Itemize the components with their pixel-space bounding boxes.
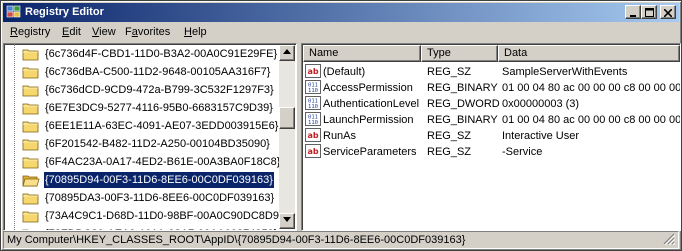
svg-text:110: 110 [308, 120, 318, 126]
value-name: AccessPermission [323, 82, 413, 94]
menu-favorites[interactable]: Favorites [125, 26, 170, 38]
value-row[interactable]: 011 110 LaunchPermission REG_BINARY 01 00 04… [302, 112, 680, 128]
menu-help[interactable]: Help [184, 26, 207, 38]
folder-icon [22, 193, 39, 205]
tree-item-label: {73A4C9C1-D68D-11D0-98BF-00A0C90DC8D9} [45, 210, 283, 222]
arrow-down-icon [283, 217, 291, 222]
folder-icon [22, 157, 39, 169]
tree-item-label: {6EE1E11A-63EC-4091-AE07-3EDD003915E6} [45, 120, 279, 132]
value-data: 01 00 04 80 ac 00 00 00 c8 00 00 00 [502, 82, 681, 94]
value-name: RunAs [323, 130, 357, 142]
tree-connector-line [14, 44, 15, 230]
column-header-name[interactable]: Name [303, 45, 421, 62]
tree-item-label: {6c736d4F-CBD1-11D0-B3A2-00A0C91E29FE} [45, 48, 278, 60]
minimize-button[interactable] [625, 5, 641, 19]
svg-text:ab: ab [307, 67, 318, 76]
folder-icon [22, 121, 39, 133]
menu-registry[interactable]: Registry [10, 26, 50, 38]
menu-view[interactable]: View [92, 26, 116, 38]
svg-text:ab: ab [307, 131, 318, 140]
value-type: REG_BINARY [427, 82, 498, 94]
value-data: 01 00 04 80 ac 00 00 00 c8 00 00 00 [502, 114, 681, 126]
menu-edit[interactable]: Edit [62, 26, 81, 38]
column-header-type[interactable]: Type [421, 45, 498, 62]
binary-value-icon: 011110 [305, 96, 321, 110]
scroll-down-button[interactable] [279, 213, 295, 229]
title-bar[interactable]: Registry Editor [3, 3, 679, 22]
folder-icon [22, 103, 39, 115]
scroll-up-button[interactable] [279, 45, 295, 61]
value-name: LaunchPermission [323, 114, 414, 126]
value-row[interactable]: ab RunAs REG_SZ Interactive User [302, 128, 680, 144]
column-header-data[interactable]: Data [498, 45, 680, 62]
value-data: -Service [502, 146, 543, 158]
menu-bar: Registry Edit View Favorites Help [3, 23, 679, 43]
value-data: Interactive User [502, 130, 580, 142]
binary-value-icon: 011110 [305, 80, 321, 94]
value-name: (Default) [323, 66, 366, 78]
svg-text:110: 110 [308, 104, 318, 110]
folder-icon [22, 211, 39, 223]
value-type: REG_BINARY [427, 114, 498, 126]
value-name: ServiceParameters [323, 146, 417, 158]
folder-icon [22, 85, 39, 97]
string-value-icon: ab [305, 128, 321, 142]
tree-item-label: {6E7E3DC9-5277-4116-95B0-6683157C9D39} [45, 102, 273, 114]
svg-text:110: 110 [308, 88, 318, 94]
tree-item-label: {6c736dBA-C500-11D2-9648-00105AA316F7} [45, 66, 271, 78]
status-path: My Computer\HKEY_CLASSES_ROOT\AppID\{708… [7, 234, 466, 246]
open-folder-icon [22, 175, 40, 187]
arrow-up-icon [283, 49, 291, 54]
value-data: 0x00000003 (3) [502, 98, 580, 110]
values-list-pane[interactable]: Name Type Data ab (Default) REG_SZ SampleSe… [301, 43, 681, 231]
registry-editor-icon [6, 5, 21, 18]
close-button[interactable] [660, 5, 676, 19]
binary-value-icon: 011110 [305, 112, 321, 126]
value-type: REG_DWORD [427, 98, 500, 110]
tree-item-label: {6c736dCD-9CD9-472a-B799-3C532F1297F3} [45, 84, 274, 96]
window-title: Registry Editor [25, 6, 104, 18]
scroll-thumb[interactable] [279, 107, 295, 129]
status-bar: My Computer\HKEY_CLASSES_ROOT\AppID\{708… [3, 231, 679, 249]
value-type: REG_SZ [427, 66, 472, 78]
tree-item-label: {6F4AC23A-0A17-4ED2-B61E-00A3BA0F18C8} [45, 156, 281, 168]
tree-item-label: {70895DA3-00F3-11D6-8EE6-00C0DF039163} [45, 192, 275, 204]
value-row[interactable]: 011 110 AccessPermission REG_BINARY 01 00 04… [302, 80, 680, 96]
svg-text:ab: ab [307, 147, 318, 156]
maximize-icon [644, 8, 654, 17]
value-row[interactable]: 011 110 AuthenticationLevel REG_DWORD 0x0000… [302, 96, 680, 112]
value-type: REG_SZ [427, 130, 472, 142]
key-tree-pane[interactable]: {6c736d4F-CBD1-11D0-B3A2-00A0C91E29FE} {6… [3, 43, 297, 231]
folder-icon [22, 67, 39, 79]
folder-icon [22, 139, 39, 151]
maximize-button[interactable] [641, 5, 657, 19]
resize-grip-icon[interactable] [663, 233, 675, 245]
value-row[interactable]: ab ServiceParameters REG_SZ -Service [302, 144, 680, 160]
tree-item-label: {6F201542-B482-11D2-A250-00104BD35090} [45, 138, 270, 150]
string-value-icon: ab [305, 144, 321, 158]
minimize-icon [630, 15, 636, 17]
close-icon [663, 8, 673, 18]
value-data: SampleServerWithEvents [502, 66, 628, 78]
value-type: REG_SZ [427, 146, 472, 158]
string-value-icon: ab [305, 64, 321, 78]
tree-vertical-scrollbar[interactable] [279, 45, 295, 229]
value-row[interactable]: ab (Default) REG_SZ SampleServerWithEvents [302, 64, 680, 80]
tree-item-label: {70895D94-00F3-11D6-8EE6-00C0DF039163} [43, 171, 275, 189]
registry-editor-window: Registry Editor Registry Edit View Favor… [0, 0, 682, 251]
folder-icon [22, 49, 39, 61]
value-name: AuthenticationLevel [323, 98, 420, 110]
